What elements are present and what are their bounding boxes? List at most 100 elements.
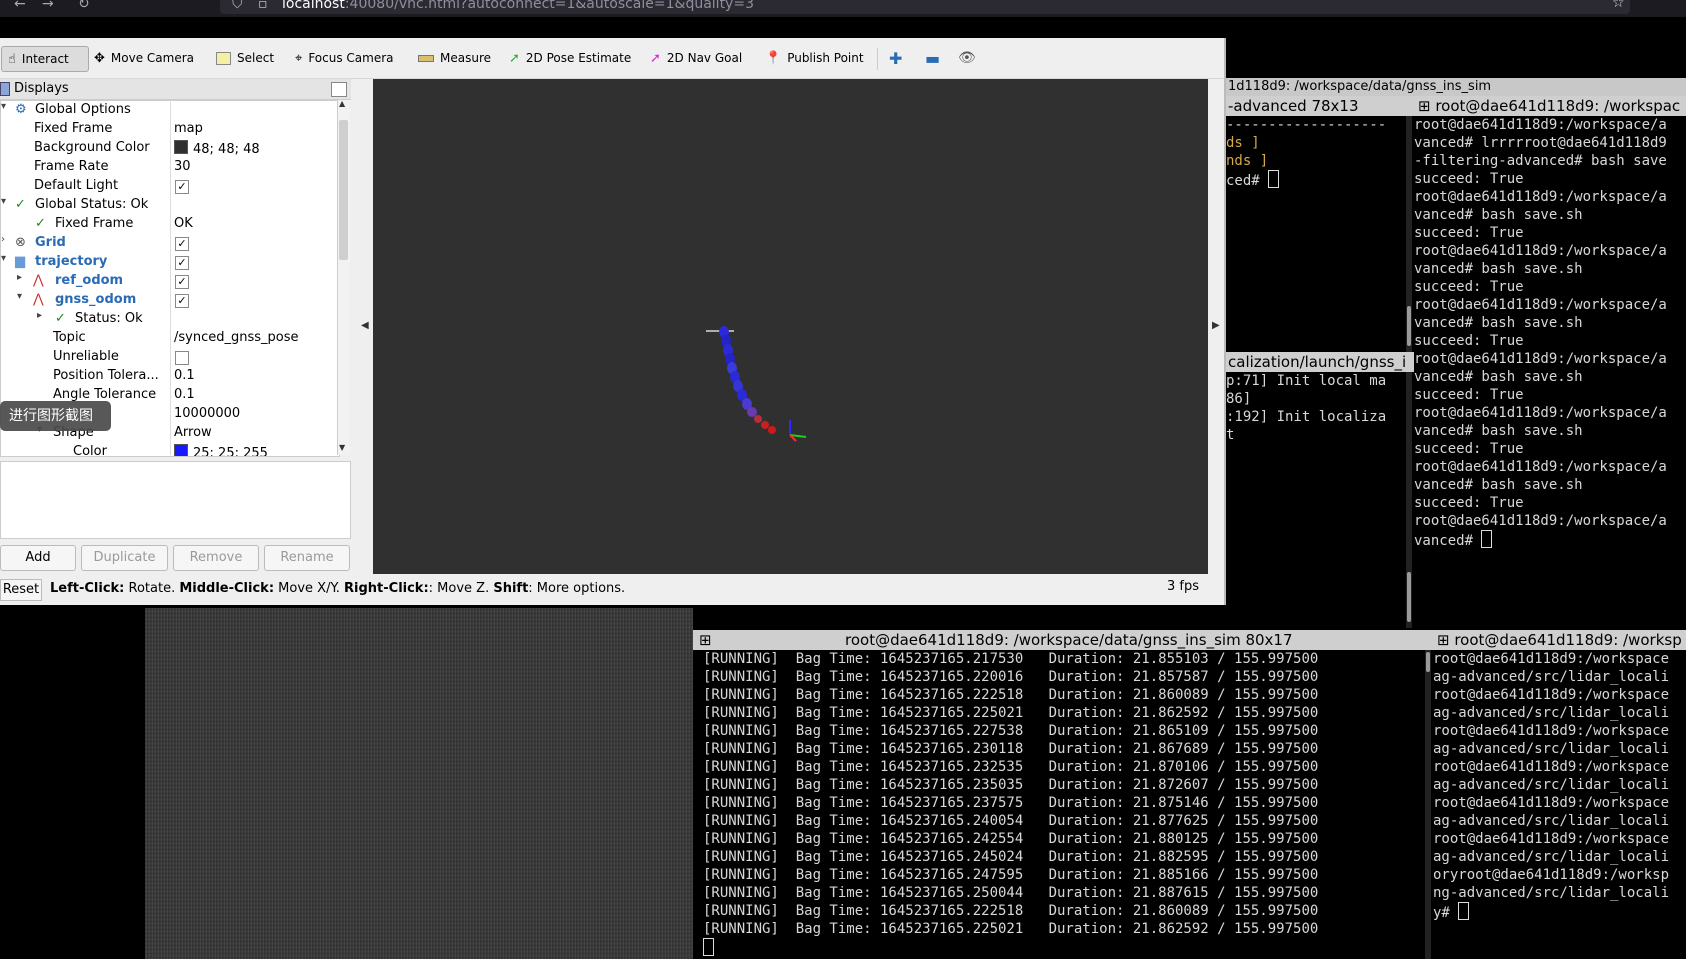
trajectory-scene — [706, 326, 807, 442]
terminal-tab-title[interactable]: ⊞ root@dae641d118d9: /workspac — [1414, 96, 1686, 116]
terminal-line: succeed: True — [1414, 171, 1524, 187]
expand-arrow-icon[interactable]: ▸ — [17, 272, 22, 283]
fps-counter: 3 fps — [1167, 579, 1200, 594]
terminal-line: t — [1226, 427, 1235, 443]
collapse-left-icon[interactable]: ◀ — [361, 320, 369, 331]
terminal-window-title[interactable]: 1d118d9: /workspace/data/gnss_ins_sim — [1226, 78, 1686, 96]
add-button[interactable]: Add — [0, 545, 76, 571]
terminal-line: succeed: True — [1414, 333, 1524, 349]
expand-arrow-icon[interactable]: ▾ — [1, 196, 6, 207]
plus-icon: ✚ — [889, 48, 903, 68]
expand-arrow-icon[interactable]: › — [1, 234, 5, 245]
default-light-checkbox[interactable]: ✓ — [175, 180, 189, 194]
terminal-title-text: root@dae641d118d9: /workspac — [1435, 97, 1681, 115]
terminal-line: [RUNNING] Bag Time: 1645237165.225021 Du… — [703, 705, 1319, 721]
terminal-line: succeed: True — [1414, 225, 1524, 241]
displays-icon — [0, 82, 10, 96]
reset-button[interactable]: Reset — [0, 579, 42, 601]
url-path: :40080/vnc.html?autoconnect=1&autoscale=… — [344, 0, 754, 12]
back-icon[interactable]: ← — [14, 0, 26, 12]
tool-focus-camera[interactable]: ⌖ Focus Camera — [295, 46, 394, 70]
tool-publish-point[interactable]: 📍 Publish Point — [765, 46, 864, 70]
tree-value[interactable]: map — [174, 121, 203, 136]
remove-button[interactable]: Remove — [173, 545, 259, 571]
terminal-line: [RUNNING] Bag Time: 1645237165.220016 Du… — [703, 669, 1319, 685]
tree-column-divider[interactable] — [170, 100, 171, 455]
terminal-scrollbar[interactable] — [1406, 116, 1412, 352]
tool-select[interactable]: Select — [216, 46, 274, 70]
trajectory-checkbox[interactable]: ✓ — [175, 256, 189, 270]
tool-move-camera[interactable]: ✥ Move Camera — [94, 46, 194, 70]
shield-icon[interactable]: ⛉ — [232, 0, 243, 12]
expand-arrow-icon[interactable]: ▾ — [1, 101, 6, 112]
terminal-line: vanced# — [1414, 530, 1686, 550]
displays-panel: Displays ▾ ⚙ Global Options Fixed Frame … — [0, 79, 351, 499]
tree-value[interactable]: 10000000 — [174, 406, 240, 421]
tool-2d-pose-estimate[interactable]: ➚ 2D Pose Estimate — [509, 46, 631, 70]
tool-label: Measure — [440, 51, 491, 65]
tree-label: Status: Ok — [75, 311, 143, 326]
terminal-line: [RUNNING] Bag Time: 1645237165.232535 Du… — [703, 759, 1319, 775]
terminal-line: vanced# bash save.sh — [1414, 261, 1583, 277]
folder-icon: ▆ — [15, 254, 25, 269]
terminal-pane-bottom-right[interactable]: root@dae641d118d9:/workspace ag-advanced/… — [1433, 650, 1686, 959]
bookmark-star-icon[interactable]: ☆ — [1612, 0, 1625, 11]
hint-key: Shift — [493, 581, 529, 596]
tool-measure[interactable]: Measure — [418, 46, 491, 70]
terminal-pane-lower-left[interactable]: p:71] Init local ma 86]:192] Init localiz… — [1226, 372, 1408, 628]
terminal-tab-title[interactable]: calization/launch/gnss_i — [1226, 352, 1414, 372]
tree-scrollbar[interactable]: ▲ ▼ — [337, 99, 350, 455]
terminal-line: root@dae641d118d9:/workspace — [1433, 651, 1670, 667]
tree-value[interactable]: /synced_gnss_pose — [174, 330, 299, 345]
view-options-button[interactable]: 👁 — [958, 46, 976, 70]
terminal-tab-title[interactable]: ⊞ root@dae641d118d9: /workspace/data/gnss… — [693, 630, 1433, 650]
terminal-pane-right[interactable]: root@dae641d118d9:/workspace/a vanced# lr… — [1414, 116, 1686, 628]
terminal-scrollbar[interactable] — [1406, 372, 1412, 628]
add-tool-button[interactable]: ✚ — [889, 46, 902, 70]
tool-label: Publish Point — [787, 51, 864, 65]
reload-icon[interactable]: ↻ — [78, 0, 90, 12]
displays-panel-header: Displays — [0, 79, 351, 100]
focus-camera-icon: ⌖ — [295, 50, 303, 66]
tool-2d-nav-goal[interactable]: ➚ 2D Nav Goal — [650, 46, 742, 70]
duplicate-button[interactable]: Duplicate — [81, 545, 168, 571]
expand-arrow-icon[interactable]: ▾ — [17, 291, 22, 302]
terminal-pane-upper-left[interactable]: ------------------- ds ] nds ] ced# — [1226, 116, 1408, 352]
terminal-pane-bottom[interactable]: [RUNNING] Bag Time: 1645237165.217530 Du… — [693, 650, 1433, 959]
terminal-scrollbar[interactable] — [1425, 650, 1431, 959]
panel-float-button[interactable] — [331, 82, 347, 97]
tree-value[interactable]: 0.1 — [174, 387, 195, 402]
grid-checkbox[interactable]: ✓ — [175, 237, 189, 251]
expand-arrow-icon[interactable]: ▾ — [1, 253, 6, 264]
tree-value[interactable]: Arrow — [174, 425, 212, 440]
scroll-down-icon[interactable]: ▼ — [339, 443, 345, 452]
hint-desc: : More options. — [528, 581, 626, 596]
url-bar[interactable]: ⛉ ▫ localhost:40080/vnc.html?autoconnect… — [220, 0, 1630, 14]
rename-button[interactable]: Rename — [264, 545, 350, 571]
scrollbar-thumb[interactable] — [339, 120, 348, 260]
terminal-tab-title[interactable]: -advanced 78x13 — [1226, 96, 1414, 116]
collapse-right-icon[interactable]: ▶ — [1212, 320, 1220, 331]
tree-value: 48; 48; 48 — [193, 142, 260, 157]
browser-toolbar: ← → ↻ ⛉ ▫ localhost:40080/vnc.html?autoc… — [0, 0, 1686, 17]
terminal-tab-title[interactable]: ⊞ root@dae641d118d9: /worksp — [1433, 630, 1686, 650]
tree-value[interactable]: 30 — [174, 159, 191, 174]
expand-arrow-icon[interactable]: ▸ — [37, 310, 42, 321]
terminal-line: nds ] — [1226, 153, 1269, 169]
tree-value[interactable]: 0.1 — [174, 368, 195, 383]
remove-tool-button[interactable]: ▬ — [925, 46, 940, 70]
tree-label: Fixed Frame — [55, 216, 134, 231]
gnss-odom-checkbox[interactable]: ✓ — [175, 294, 189, 308]
shape-color-value[interactable]: 25; 25; 255 — [174, 444, 268, 456]
tool-label: 2D Pose Estimate — [525, 51, 632, 65]
forward-icon[interactable]: → — [42, 0, 54, 12]
render-view[interactable] — [373, 79, 1208, 574]
ref-odom-checkbox[interactable]: ✓ — [175, 275, 189, 289]
tool-interact[interactable]: ☝ Interact — [1, 46, 89, 72]
background-color-value[interactable]: 48; 48; 48 — [174, 140, 260, 157]
unreliable-checkbox[interactable] — [175, 351, 189, 365]
terminal-line: ds ] — [1226, 135, 1260, 151]
ruler-icon — [418, 54, 434, 62]
terminal-line — [703, 938, 1433, 958]
scroll-up-icon[interactable]: ▲ — [339, 99, 345, 108]
